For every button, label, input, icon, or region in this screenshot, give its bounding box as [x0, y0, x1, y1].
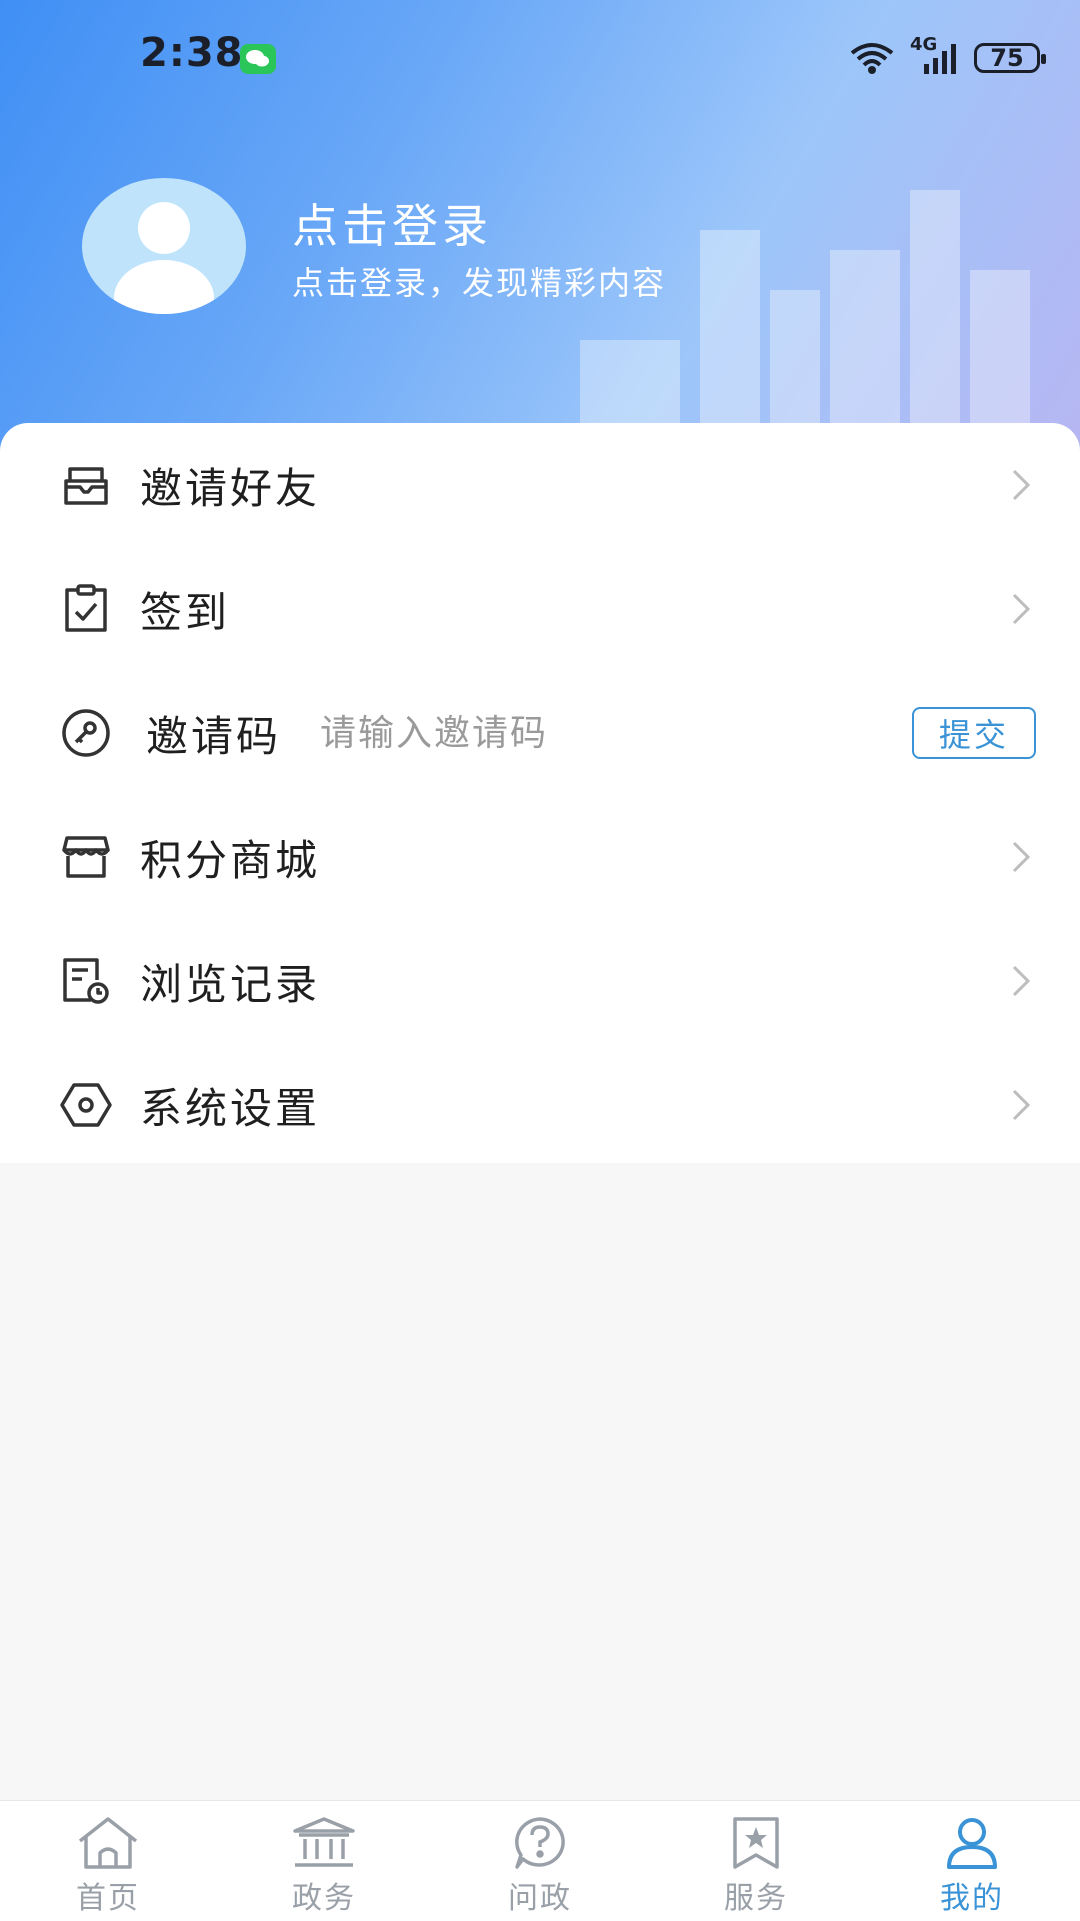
chevron-right-icon	[1012, 965, 1031, 997]
chevron-right-icon	[1012, 1089, 1031, 1121]
store-icon	[58, 829, 114, 885]
tab-service[interactable]: 服务	[648, 1801, 864, 1921]
home-icon	[78, 1817, 138, 1869]
chevron-right-icon	[1012, 841, 1031, 873]
status-time: 2:38	[140, 30, 244, 76]
avatar[interactable]	[82, 178, 246, 314]
status-icons: 4G 75	[848, 34, 1046, 78]
login-subtitle[interactable]: 点击登录，发现精彩内容	[292, 258, 666, 304]
status-bar: 2:38 4G 75	[0, 0, 1080, 110]
history-record-icon	[58, 953, 114, 1009]
invite-code-input[interactable]	[318, 702, 842, 764]
service-icon	[733, 1817, 779, 1869]
sign-in-label: 签到	[140, 587, 231, 637]
invite-code-label: 邀请码	[146, 711, 282, 761]
clipboard-check-icon	[58, 581, 114, 637]
user-icon	[947, 1818, 997, 1869]
points-mall-label: 积分商城	[140, 835, 321, 885]
envelope-icon	[58, 457, 114, 513]
menu-item-history[interactable]: 浏览记录	[0, 919, 1080, 1043]
battery-indicator: 75	[974, 43, 1046, 73]
chevron-right-icon	[1012, 593, 1031, 625]
battery-level: 75	[990, 44, 1024, 72]
menu-item-points-mall[interactable]: 积分商城	[0, 795, 1080, 919]
wifi-icon	[850, 43, 894, 74]
tab-mine[interactable]: 我的	[864, 1801, 1080, 1921]
login-title[interactable]: 点击登录	[292, 190, 492, 256]
menu-item-invite-code: 邀请码 提交	[0, 671, 1080, 795]
menu-item-settings[interactable]: 系统设置	[0, 1043, 1080, 1167]
menu-item-sign-in[interactable]: 签到	[0, 547, 1080, 671]
key-icon	[58, 705, 114, 761]
cellular-signal-icon: 4G	[910, 34, 960, 76]
bottom-tab-bar: 首页 政务 问政 服务 我的	[0, 1800, 1080, 1921]
wechat-notification-icon	[240, 44, 276, 74]
menu-list: 邀请好友 签到 邀请码 提交 积分商城	[0, 423, 1080, 1163]
profile-header: 2:38 4G 75 点击登录 点击登录，发现精彩内容	[0, 0, 1080, 470]
tab-home[interactable]: 首页	[0, 1801, 216, 1921]
chevron-right-icon	[1012, 469, 1031, 501]
tab-label: 政务	[292, 1881, 356, 1916]
tab-label: 首页	[76, 1881, 140, 1916]
invite-friends-label: 邀请好友	[140, 463, 321, 513]
tab-label: 问政	[508, 1881, 572, 1916]
tab-inquiry[interactable]: 问政	[432, 1801, 648, 1921]
menu-item-invite-friends[interactable]: 邀请好友	[0, 423, 1080, 547]
tab-label: 我的	[940, 1881, 1004, 1916]
tab-government[interactable]: 政务	[216, 1801, 432, 1921]
settings-label: 系统设置	[140, 1083, 321, 1133]
tab-label: 服务	[724, 1881, 788, 1916]
government-icon	[293, 1817, 355, 1867]
settings-hexagon-icon	[58, 1077, 114, 1133]
history-label: 浏览记录	[140, 959, 321, 1009]
submit-invite-code-button[interactable]: 提交	[912, 707, 1036, 759]
question-icon	[515, 1817, 565, 1869]
